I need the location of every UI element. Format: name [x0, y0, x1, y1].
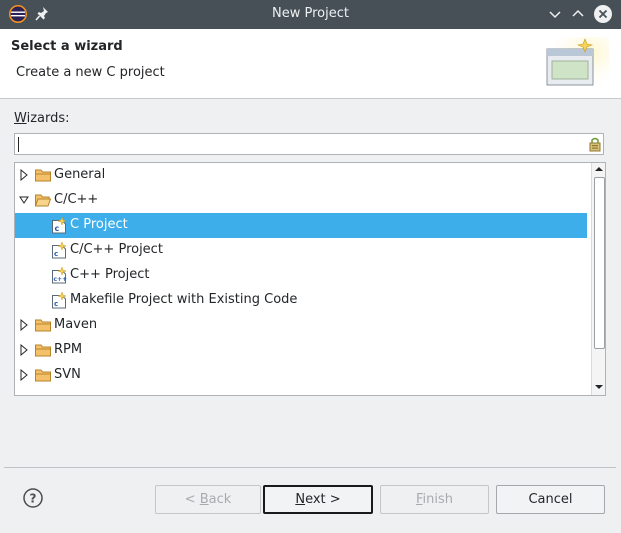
- collapse-arrow-icon[interactable]: [19, 194, 29, 206]
- tree-item-general[interactable]: General: [15, 163, 587, 188]
- tree-item-svn[interactable]: SVN: [15, 363, 587, 388]
- back-button[interactable]: < Back: [155, 485, 261, 514]
- tree-item-label: General: [54, 167, 106, 182]
- title-bar: New Project: [0, 0, 621, 29]
- next-button[interactable]: Next >: [263, 485, 373, 514]
- cplusplus-project-icon: c++: [52, 267, 68, 284]
- tree-item-label: SVN: [54, 367, 81, 382]
- expand-arrow-icon[interactable]: [19, 369, 29, 381]
- close-icon[interactable]: [593, 4, 613, 24]
- wizards-label: Wizards:: [14, 111, 70, 126]
- svg-text:c++: c++: [54, 276, 68, 283]
- folder-icon: [35, 344, 51, 357]
- tree-item-label: Maven: [54, 317, 98, 332]
- maximize-chevron-up-icon[interactable]: [569, 5, 587, 23]
- tree-item-label: C++ Project: [70, 267, 150, 282]
- expand-arrow-icon[interactable]: [19, 319, 29, 331]
- tree-item-label: Makefile Project with Existing Code: [70, 292, 298, 307]
- tree-item-label: C Project: [70, 217, 128, 232]
- help-icon[interactable]: ?: [23, 488, 43, 508]
- wizard-filter-input[interactable]: [14, 133, 604, 155]
- expand-arrow-icon[interactable]: [19, 344, 29, 356]
- c-project-icon: c: [52, 217, 67, 234]
- tree-item-cplusplus-project[interactable]: c++ C++ Project: [15, 263, 587, 288]
- makefile-project-icon: c: [52, 292, 67, 309]
- tree-item-cpp[interactable]: C/C++: [15, 188, 587, 213]
- minimize-chevron-down-icon[interactable]: [546, 5, 564, 23]
- svg-text:?: ?: [30, 492, 37, 506]
- header-description: Create a new C project: [16, 65, 165, 80]
- scroll-up-arrow-icon[interactable]: [594, 164, 604, 174]
- footer-separator: [4, 467, 616, 468]
- scrollbar-thumb[interactable]: [594, 177, 605, 349]
- finish-button[interactable]: Finish: [380, 485, 489, 514]
- cancel-button[interactable]: Cancel: [496, 485, 605, 514]
- clear-filter-icon[interactable]: [587, 136, 603, 152]
- tree-item-c-cpp-project[interactable]: c C/C++ Project: [15, 238, 587, 263]
- tree-vertical-scrollbar[interactable]: [591, 163, 605, 395]
- tree-item-label: C/C++: [54, 192, 99, 207]
- header-title: Select a wizard: [11, 39, 123, 54]
- folder-icon: [35, 369, 51, 382]
- tree-item-c-project[interactable]: c C Project: [15, 213, 587, 238]
- folder-icon: [35, 169, 51, 182]
- svg-text:c: c: [54, 250, 58, 258]
- tree-item-rpm[interactable]: RPM: [15, 338, 587, 363]
- wizard-tree[interactable]: General C/C++ c C Project c C/C++ Projec…: [14, 162, 606, 396]
- text-caret: [18, 137, 19, 152]
- open-folder-icon: [35, 194, 51, 207]
- folder-icon: [35, 319, 51, 332]
- svg-text:c: c: [55, 224, 60, 233]
- expand-arrow-icon[interactable]: [19, 169, 29, 181]
- window-title: New Project: [272, 6, 349, 21]
- tree-item-makefile-project[interactable]: c Makefile Project with Existing Code: [15, 288, 587, 313]
- cpp-project-icon: c: [52, 242, 67, 259]
- new-project-wizard-banner-icon: [543, 37, 609, 91]
- scroll-down-arrow-icon[interactable]: [594, 382, 604, 392]
- svg-text:c: c: [54, 300, 58, 308]
- tree-item-maven[interactable]: Maven: [15, 313, 587, 338]
- wizard-header: Select a wizard Create a new C project: [0, 29, 621, 99]
- tree-item-label: RPM: [54, 342, 83, 357]
- tree-item-label: C/C++ Project: [70, 242, 163, 257]
